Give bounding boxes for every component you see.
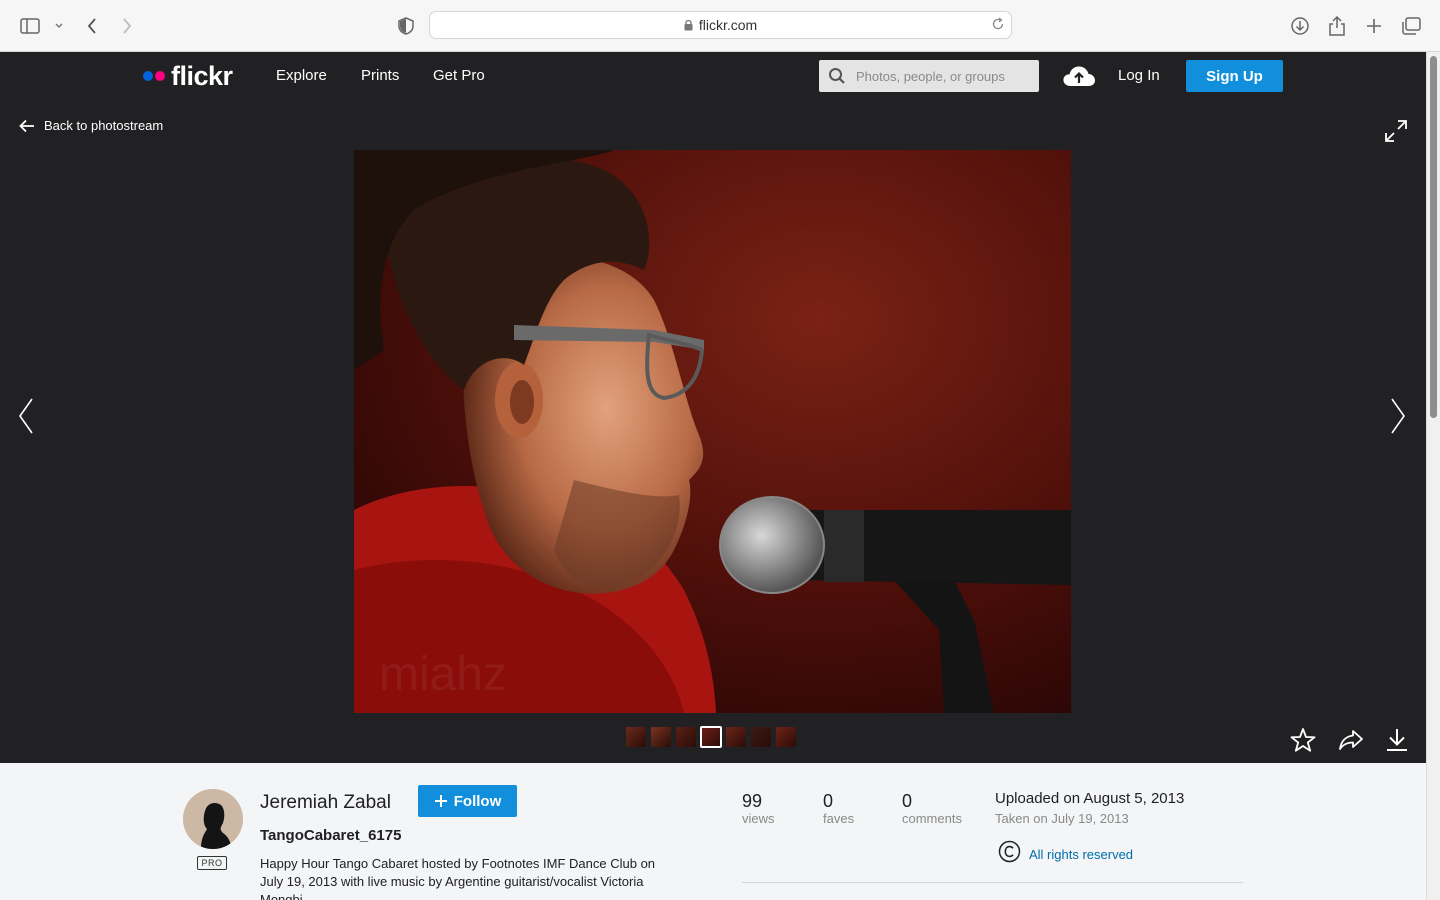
forward-arrow-icon[interactable] [115, 14, 139, 38]
share-arrow-icon[interactable] [1338, 727, 1364, 758]
all-rights-reserved-link[interactable]: All rights reserved [1029, 847, 1133, 862]
stat-comments: 0 comments [902, 791, 962, 827]
thumbnail-7[interactable] [776, 727, 796, 747]
license-row[interactable]: All rights reserved [998, 840, 1133, 868]
flickr-logo[interactable]: flickr [143, 62, 233, 90]
thumbnail-1[interactable] [626, 727, 646, 747]
photo-stage: Back to photostream miahz [0, 100, 1426, 763]
copyright-icon [998, 840, 1021, 868]
thumbnail-5[interactable] [726, 727, 746, 747]
back-to-photostream-link[interactable]: Back to photostream [19, 117, 163, 135]
sidebar-toggle-icon[interactable] [18, 14, 42, 38]
stat-views: 99 views [742, 791, 775, 827]
reload-icon[interactable] [991, 17, 1005, 34]
search-icon [828, 67, 846, 85]
lock-icon [684, 19, 693, 31]
arrow-left-icon [19, 119, 35, 133]
log-in-link[interactable]: Log In [1118, 67, 1160, 85]
fullscreen-expand-icon[interactable] [1384, 119, 1408, 148]
download-icon[interactable] [1288, 14, 1312, 38]
watermark-text: miahz [379, 648, 507, 701]
stat-views-value: 99 [742, 791, 763, 811]
stat-faves-label: faves [823, 811, 855, 826]
back-label: Back to photostream [44, 118, 164, 133]
taken-date: Taken on July 19, 2013 [995, 811, 1129, 826]
previous-photo-chevron-icon[interactable] [16, 397, 36, 440]
author-name-link[interactable]: Jeremiah Zabal [260, 792, 391, 814]
uploaded-date: Uploaded on August 5, 2013 [995, 790, 1185, 807]
logo-dot-pink [155, 71, 165, 81]
thumbnail-3[interactable] [676, 727, 696, 747]
thumbnail-2[interactable] [651, 727, 671, 747]
chevron-down-icon[interactable] [47, 14, 71, 38]
photo-description: Happy Hour Tango Cabaret hosted by Footn… [260, 856, 656, 900]
search-box[interactable] [819, 60, 1039, 92]
fave-star-icon[interactable] [1290, 727, 1316, 758]
stat-comments-value: 0 [902, 791, 913, 811]
shield-icon[interactable] [394, 14, 418, 38]
download-arrow-icon[interactable] [1385, 727, 1409, 758]
follow-button[interactable]: Follow [418, 785, 517, 817]
logo-text: flickr [171, 61, 233, 91]
cloud-upload-icon[interactable] [1062, 64, 1096, 93]
address-bar[interactable]: flickr.com [429, 11, 1012, 39]
stat-views-label: views [742, 811, 775, 826]
stat-faves-value: 0 [823, 791, 834, 811]
page-scrollbar[interactable] [1426, 52, 1440, 900]
browser-toolbar: flickr.com [0, 0, 1440, 52]
thumbnail-6[interactable] [751, 727, 771, 747]
main-photo[interactable]: miahz [354, 150, 1071, 713]
thumbnail-strip [626, 726, 796, 748]
avatar[interactable] [183, 789, 243, 849]
search-input[interactable] [856, 68, 1026, 84]
next-photo-chevron-icon[interactable] [1388, 397, 1408, 440]
photo-title: TangoCabaret_6175 [260, 827, 402, 844]
share-icon[interactable] [1325, 14, 1349, 38]
nav-explore[interactable]: Explore [276, 67, 327, 85]
url-text: flickr.com [698, 17, 758, 33]
tabs-overview-icon[interactable] [1399, 14, 1423, 38]
follow-label: Follow [453, 792, 502, 810]
stat-comments-label: comments [902, 811, 962, 826]
thumbnail-4[interactable] [700, 726, 722, 748]
nav-get-pro[interactable]: Get Pro [433, 67, 485, 85]
stat-faves: 0 faves [823, 791, 854, 827]
pro-badge: PRO [197, 856, 227, 870]
new-tab-icon[interactable] [1362, 14, 1386, 38]
divider [742, 882, 1243, 883]
plus-icon [434, 794, 448, 808]
scrollbar-thumb[interactable] [1430, 56, 1437, 418]
photo-info-panel: PRO Jeremiah Zabal Follow TangoCabaret_6… [0, 763, 1426, 900]
back-arrow-icon[interactable] [80, 14, 104, 38]
site-header: flickr Explore Prints Get Pro Log In Sig… [0, 52, 1426, 100]
sign-up-button[interactable]: Sign Up [1186, 60, 1283, 92]
nav-prints[interactable]: Prints [361, 67, 399, 85]
logo-dot-blue [143, 71, 153, 81]
